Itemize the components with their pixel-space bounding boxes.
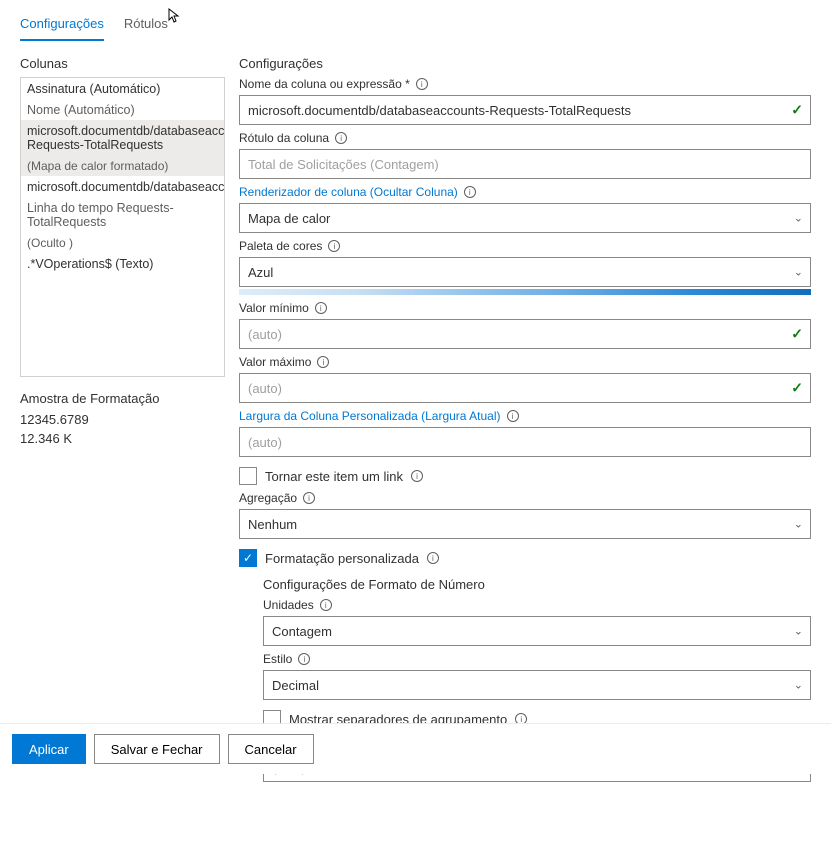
settings-heading: Configurações xyxy=(239,56,811,71)
palette-preview xyxy=(239,289,811,295)
min-value-label: Valor mínimoi xyxy=(239,301,811,315)
info-icon[interactable]: i xyxy=(303,492,315,504)
list-item[interactable]: microsoft.documentdb/databaseaccounts xyxy=(21,176,224,197)
number-format-heading: Configurações de Formato de Número xyxy=(263,577,811,592)
tab-settings[interactable]: Configurações xyxy=(20,12,104,41)
palette-label: Paleta de coresi xyxy=(239,239,811,253)
info-icon[interactable]: i xyxy=(320,599,332,611)
info-icon[interactable]: i xyxy=(298,653,310,665)
columns-list: Assinatura (Automático) Nome (Automático… xyxy=(20,77,225,377)
column-label-label: Rótulo da colunai xyxy=(239,131,811,145)
column-label-input[interactable] xyxy=(239,149,811,179)
list-item[interactable]: .*VOperations$ (Texto) xyxy=(21,253,224,274)
palette-select[interactable]: Azul xyxy=(239,257,811,287)
units-label: Unidadesi xyxy=(263,598,811,612)
style-select[interactable]: Decimal xyxy=(263,670,811,700)
renderer-select[interactable]: Mapa de calor xyxy=(239,203,811,233)
info-icon[interactable]: i xyxy=(416,78,428,90)
footer: Aplicar Salvar e Fechar Cancelar xyxy=(0,723,831,774)
min-value-input[interactable] xyxy=(239,319,811,349)
info-icon[interactable]: i xyxy=(507,410,519,422)
make-link-checkbox[interactable] xyxy=(239,467,257,485)
list-item[interactable]: Linha do tempo Requests-TotalRequests xyxy=(21,197,224,232)
max-value-input[interactable] xyxy=(239,373,811,403)
format-sample-value: 12.346 K xyxy=(20,431,225,446)
aggregation-label: Agregaçãoi xyxy=(239,491,811,505)
info-icon[interactable]: i xyxy=(315,302,327,314)
info-icon[interactable]: i xyxy=(328,240,340,252)
list-item[interactable]: Assinatura (Automático) xyxy=(21,78,224,99)
format-sample-heading: Amostra de Formatação xyxy=(20,391,225,406)
column-name-input[interactable] xyxy=(239,95,811,125)
tab-labels[interactable]: Rótulos xyxy=(124,12,168,41)
list-item-sub[interactable]: (Oculto ) xyxy=(21,232,224,253)
info-icon[interactable]: i xyxy=(464,186,476,198)
width-input[interactable] xyxy=(239,427,811,457)
units-select[interactable]: Contagem xyxy=(263,616,811,646)
save-close-button[interactable]: Salvar e Fechar xyxy=(94,734,220,764)
info-icon[interactable]: i xyxy=(317,356,329,368)
custom-format-label: Formatação personalizada xyxy=(265,551,419,566)
tab-bar: Configurações Rótulos xyxy=(20,12,811,42)
format-sample-value: 12345.6789 xyxy=(20,412,225,427)
list-item[interactable]: microsoft.documentdb/databaseaccounts-Re… xyxy=(21,120,224,155)
max-value-label: Valor máximoi xyxy=(239,355,811,369)
make-link-label: Tornar este item um link xyxy=(265,469,403,484)
style-label: Estiloi xyxy=(263,652,811,666)
list-item-sub[interactable]: (Mapa de calor formatado) xyxy=(21,155,224,176)
column-name-label: Nome da coluna ou expressão *i xyxy=(239,77,811,91)
custom-format-checkbox[interactable]: ✓ xyxy=(239,549,257,567)
columns-heading: Colunas xyxy=(20,56,225,71)
width-label[interactable]: Largura da Coluna Personalizada (Largura… xyxy=(239,409,811,423)
aggregation-select[interactable]: Nenhum xyxy=(239,509,811,539)
info-icon[interactable]: i xyxy=(427,552,439,564)
cancel-button[interactable]: Cancelar xyxy=(228,734,314,764)
info-icon[interactable]: i xyxy=(335,132,347,144)
renderer-label[interactable]: Renderizador de coluna (Ocultar Coluna)i xyxy=(239,185,811,199)
apply-button[interactable]: Aplicar xyxy=(12,734,86,764)
list-item[interactable]: Nome (Automático) xyxy=(21,99,224,120)
info-icon[interactable]: i xyxy=(411,470,423,482)
